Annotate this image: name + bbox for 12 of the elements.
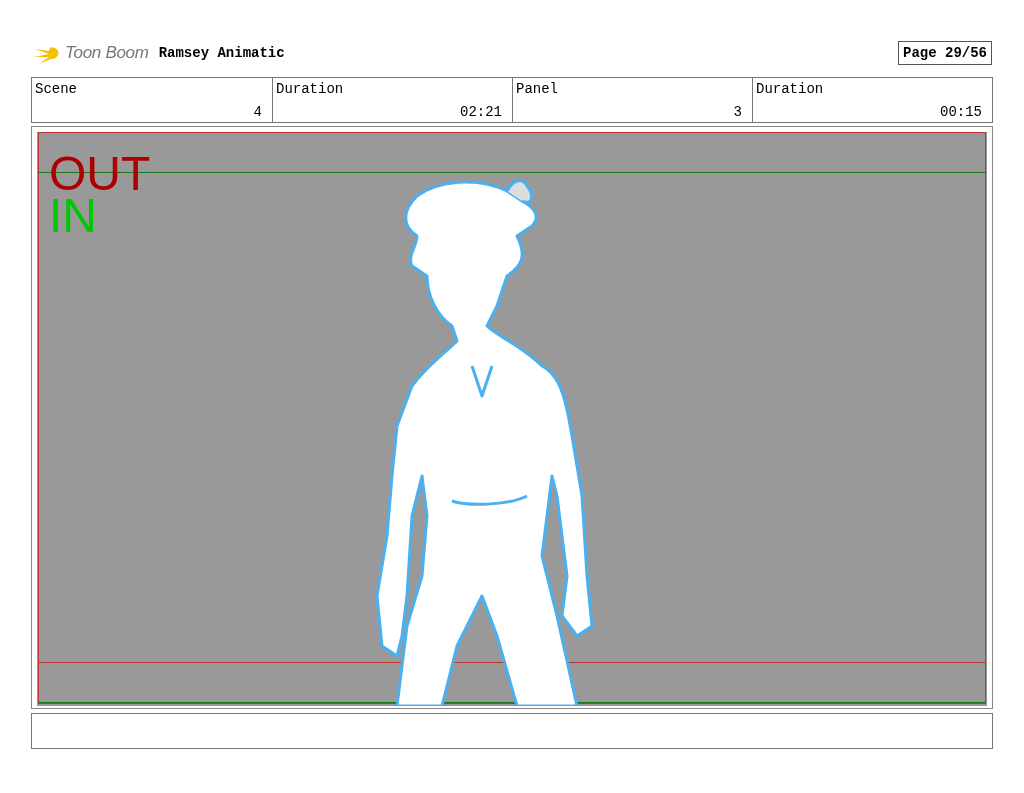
document-title: Ramsey Animatic xyxy=(158,45,286,61)
cell-value: 00:15 xyxy=(939,104,982,120)
cell-label: Duration xyxy=(276,81,345,97)
cell-value: 3 xyxy=(732,104,742,120)
cell-label: Scene xyxy=(35,81,78,97)
frame-label: IN xyxy=(49,192,97,240)
logo-text: Toon Boom xyxy=(65,43,149,63)
cell-value: 4 xyxy=(252,104,262,120)
cell-value: 02:21 xyxy=(459,104,502,120)
cell-label: Duration xyxy=(756,81,825,97)
cell-label: Panel xyxy=(516,81,559,97)
page-number: Page 29/56 xyxy=(898,41,992,65)
